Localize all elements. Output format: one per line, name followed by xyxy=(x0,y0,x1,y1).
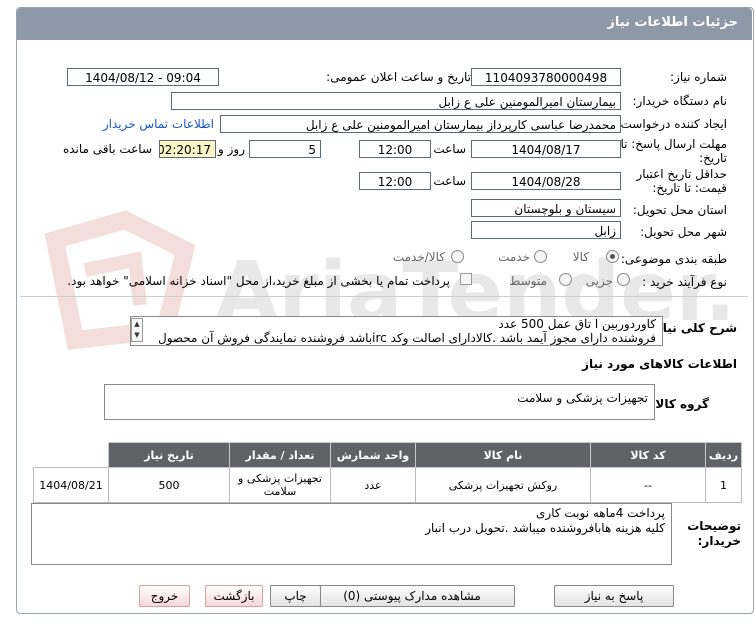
exit-button[interactable]: خروج xyxy=(139,585,190,607)
cell-need-date: 1404/08/21 xyxy=(33,467,109,503)
remaining-time-label: ساعت باقی مانده xyxy=(62,142,152,156)
cell-quantity: 500 xyxy=(108,467,230,503)
col-quantity: تعداد / مقدار xyxy=(229,442,331,468)
separator xyxy=(20,296,748,297)
category-option-service: خدمت xyxy=(498,250,530,264)
province-field: سیستان و بلوچستان xyxy=(471,199,621,217)
cell-unit: عدد xyxy=(330,467,416,503)
need-number-label: شماره نیاز: xyxy=(670,70,727,84)
city-label: شهر محل تحویل: xyxy=(640,225,727,239)
buyer-org-field: بیمارستان امیرالمومنین علی ع زابل xyxy=(171,92,621,110)
deadline-date-field: 1404/08/17 xyxy=(471,140,621,158)
print-button[interactable]: چاپ xyxy=(270,585,321,607)
cell-name: روکش تجهیزات پزشکی xyxy=(415,467,591,503)
buyer-contact-link[interactable]: اطلاعات تماس خریدار xyxy=(103,117,214,131)
buyer-org-label: نام دستگاه خریدار: xyxy=(632,94,728,108)
announce-date-label: تاریخ و ساعت اعلان عمومی: xyxy=(326,70,471,84)
category-option-goods: کالا xyxy=(572,250,589,264)
cell-group: تجهیزات پزشکی و سلامت xyxy=(229,467,331,503)
goods-info-title: اطلاعات کالاهای مورد نیاز xyxy=(582,357,737,371)
category-radio-goods[interactable] xyxy=(606,250,619,263)
view-attachments-button[interactable]: مشاهده مدارک پیوستی (0) xyxy=(309,585,515,607)
treasury-payment-note: پرداخت تمام یا بخشی از مبلغ خرید،از محل … xyxy=(67,274,450,288)
goods-table: ردیف کد کالا نام کالا واحد شمارش تعداد /… xyxy=(33,442,742,503)
city-field: زابل xyxy=(471,221,621,239)
deadline-label: مهلت ارسال پاسخ: تا تاریخ: xyxy=(620,137,727,165)
reply-button[interactable]: پاسخ به نیاز xyxy=(554,585,674,607)
process-option-minor: جزیی xyxy=(585,274,613,288)
need-summary-textarea[interactable]: کاوردوربین ا تاق عمل 500 عدد فروشنده دار… xyxy=(130,316,663,346)
process-radio-medium[interactable] xyxy=(559,273,572,286)
category-label: طبقه بندی موضوعی: xyxy=(620,252,727,266)
goods-group-label: گروه کالا: xyxy=(650,397,709,411)
validity-time-field: 12:00 xyxy=(359,172,431,190)
need-summary-label: شرح کلی نیاز: xyxy=(651,321,737,335)
panel-header: جزئیات اطلاعات نیاز xyxy=(17,8,752,40)
price-validity-label: حداقل تاریخ اعتبار قیمت: تا تاریخ: xyxy=(636,167,727,195)
process-radio-minor[interactable] xyxy=(617,273,630,286)
category-radio-both[interactable] xyxy=(451,250,464,263)
col-name: نام کالا xyxy=(415,442,591,468)
back-button[interactable]: بازگشت xyxy=(205,585,263,607)
days-label: روز و xyxy=(218,142,245,156)
province-label: استان محل تحویل: xyxy=(632,203,727,217)
category-radio-service[interactable] xyxy=(534,250,547,263)
validity-date-field: 1404/08/28 xyxy=(471,172,621,190)
summary-scroll-arrows-icon[interactable]: ▲ ▼ xyxy=(131,318,143,342)
table-row: 1 -- روکش تجهیزات پزشکی عدد تجهیزات پزشک… xyxy=(33,467,742,503)
buyer-notes-textarea[interactable]: پرداخت 4ماهه نوبت کاری کلیه هزینه هابافر… xyxy=(31,503,672,565)
days-remaining-field: 5 xyxy=(249,140,321,158)
request-creator-label: ایجاد کننده درخواست: xyxy=(616,117,727,131)
col-code: کد کالا xyxy=(590,442,706,468)
remaining-time-field: 02:20:17 xyxy=(159,140,216,158)
goods-group-field: تجهیزات پزشکی و سلامت xyxy=(104,384,655,420)
cell-code: -- xyxy=(590,467,706,503)
purchase-process-label: نوع فرآیند خرید : xyxy=(642,275,727,289)
process-option-medium: متوسط xyxy=(509,274,547,288)
announce-date-field: 1404/08/12 - 09:04 xyxy=(67,68,219,86)
deadline-time-field: 12:00 xyxy=(359,140,431,158)
category-option-both: کالا/خدمت xyxy=(392,250,445,264)
panel-title: جزئیات اطلاعات نیاز xyxy=(607,15,738,30)
deadline-hour-label: ساعت xyxy=(433,142,466,156)
col-need-date: تاریخ نیاز xyxy=(108,442,230,468)
need-number-field: 1104093780000498 xyxy=(471,68,621,86)
treasury-payment-checkbox[interactable] xyxy=(460,273,472,285)
col-row: ردیف xyxy=(705,442,742,468)
validity-hour-label: ساعت xyxy=(433,174,466,188)
buyer-notes-label: توضیحات خریدار: xyxy=(687,519,741,548)
col-unit: واحد شمارش xyxy=(330,442,416,468)
cell-row: 1 xyxy=(705,467,742,503)
table-header-row: ردیف کد کالا نام کالا واحد شمارش تعداد /… xyxy=(34,442,742,468)
request-creator-field: محمدرضا عباسی کارپرداز بیمارستان امیرالم… xyxy=(220,115,621,133)
